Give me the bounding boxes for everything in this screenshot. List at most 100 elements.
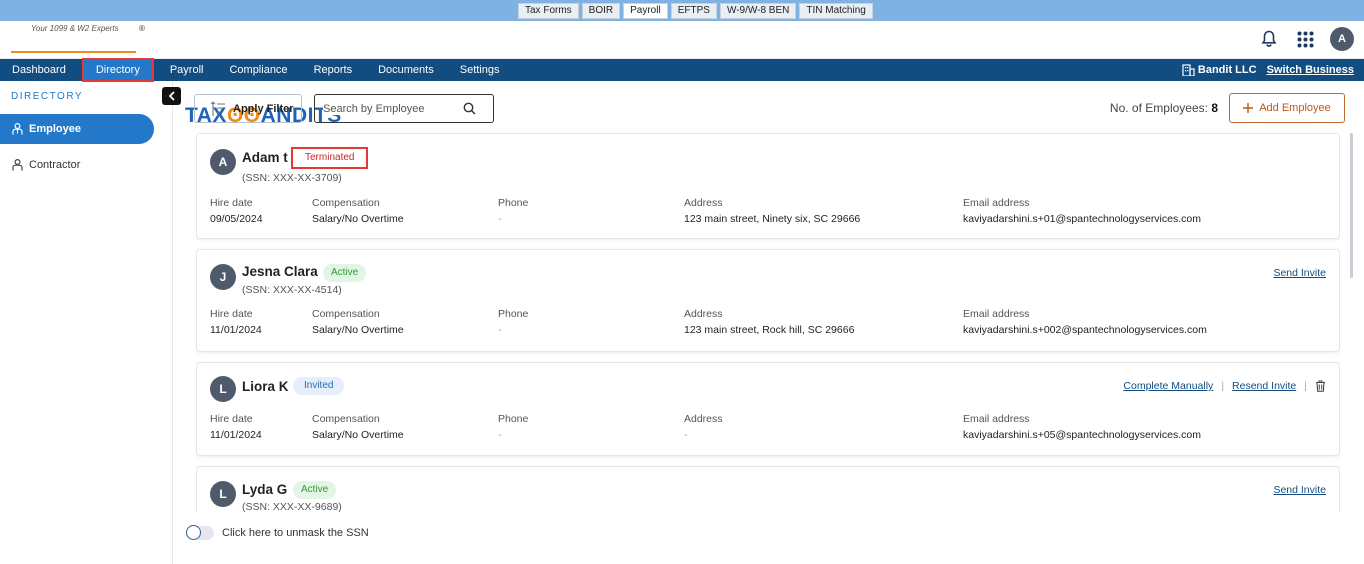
employee-name[interactable]: Adam t [242,150,288,165]
employee-card[interactable]: A Adam t Terminated (SSN: XXX-XX-3709) H… [196,133,1340,239]
product-tab-payroll[interactable]: Payroll [623,3,668,19]
address-label: Address [684,308,723,320]
status-badge: Terminated [290,147,369,169]
employee-card[interactable]: J Jesna Clara Active (SSN: XXX-XX-4514) … [196,249,1340,352]
sidebar-item-employee[interactable]: Employee [0,114,154,144]
employee-card[interactable]: L Liora K Invited Complete Manually | Re… [196,362,1340,456]
employee-avatar: J [210,264,236,290]
product-tabs-bar: Tax Forms BOIR Payroll EFTPS W-9/W-8 BEN… [0,0,1364,21]
scrollbar[interactable] [1350,133,1353,278]
nav-payroll[interactable]: Payroll [157,59,217,81]
employee-name[interactable]: Lyda G [242,482,287,497]
employee-icon [12,123,23,135]
compensation-value: Salary/No Overtime [312,429,404,441]
sidebar: DIRECTORY Employee Contractor [0,81,173,564]
bell-icon[interactable] [1258,28,1280,50]
address-value: 123 main street, Rock hill, SC 29666 [684,324,855,336]
header: TAXʘʘANDITS Your 1099 & W2 Experts ® A [0,21,1364,127]
email-label: Email address [963,197,1030,209]
phone-label: Phone [498,197,529,209]
phone-value: - [498,429,502,441]
nav-compliance[interactable]: Compliance [216,59,300,81]
product-tabs: Tax Forms BOIR Payroll EFTPS W-9/W-8 BEN… [518,3,873,19]
email-label: Email address [963,413,1030,425]
compensation-label: Compensation [312,197,380,209]
toggle-switch[interactable] [186,525,214,540]
employee-avatar: A [210,149,236,175]
sidebar-title: DIRECTORY [11,91,84,102]
complete-manually-link[interactable]: Complete Manually [1123,380,1213,392]
product-tab-boir[interactable]: BOIR [581,3,621,19]
employee-ssn: (SSN: XXX-XX-9689) [242,501,342,513]
nav-directory[interactable]: Directory [81,58,154,82]
email-value: kaviyadarshini.s+05@spantechnologyservic… [963,429,1201,441]
email-label: Email address [963,308,1030,320]
send-invite-link[interactable]: Send Invite [1273,484,1326,496]
unmask-ssn-label: Click here to unmask the SSN [222,527,369,539]
compensation-value: Salary/No Overtime [312,324,404,336]
nav-dashboard[interactable]: Dashboard [0,59,79,81]
building-icon [1182,64,1195,76]
business-name: Bandit LLC [1182,64,1257,76]
address-label: Address [684,197,723,209]
add-employee-button[interactable]: Add Employee [1229,93,1345,123]
plus-icon [1243,103,1254,113]
employee-card[interactable]: L Lyda G Active (SSN: XXX-XX-9689) Send … [196,466,1340,513]
nav-settings[interactable]: Settings [447,59,513,81]
apply-filter-button[interactable]: Apply Filter [194,94,302,123]
status-badge: Invited [293,377,345,395]
sidebar-item-contractor[interactable]: Contractor [0,150,154,180]
search-employee [314,94,494,123]
phone-label: Phone [498,308,529,320]
hire-date-value: 09/05/2024 [210,213,263,225]
collapse-sidebar-button[interactable] [162,87,181,105]
product-tab-tin-matching[interactable]: TIN Matching [799,3,873,19]
send-invite-link[interactable]: Send Invite [1273,267,1326,279]
contractor-icon [12,159,23,171]
toolbar: Apply Filter No. of Employees: 8 Add Emp… [174,81,1364,129]
logo-tagline: Your 1099 & W2 Experts [31,24,119,33]
product-tab-eftps[interactable]: EFTPS [670,3,717,19]
chevron-left-icon [168,91,175,101]
status-badge: Active [293,481,337,499]
employee-ssn: (SSN: XXX-XX-4514) [242,284,342,296]
hire-date-label: Hire date [210,197,253,209]
search-icon[interactable] [463,102,476,115]
main-content: Apply Filter No. of Employees: 8 Add Emp… [174,81,1364,564]
taxbandits-logo[interactable]: TAXʘʘANDITS Your 1099 & W2 Experts ® [11,24,341,127]
employee-avatar: L [210,376,236,402]
employee-list: A Adam t Terminated (SSN: XXX-XX-3709) H… [196,133,1340,513]
address-label: Address [684,413,723,425]
user-avatar[interactable]: A [1330,27,1354,51]
employee-avatar: L [210,481,236,507]
resend-invite-link[interactable]: Resend Invite [1232,380,1296,392]
nav-reports[interactable]: Reports [301,59,366,81]
header-actions: A [1258,27,1354,51]
hire-date-label: Hire date [210,308,253,320]
product-tab-w9-w8ben[interactable]: W-9/W-8 BEN [719,3,797,19]
employee-count: No. of Employees: 8 [1109,101,1218,115]
email-value: kaviyadarshini.s+01@spantechnologyservic… [963,213,1201,225]
filter-icon [211,100,225,117]
compensation-label: Compensation [312,413,380,425]
compensation-label: Compensation [312,308,380,320]
compensation-value: Salary/No Overtime [312,213,404,225]
product-tab-tax-forms[interactable]: Tax Forms [518,3,579,19]
phone-value: - [498,213,502,225]
unmask-ssn-toggle[interactable]: Click here to unmask the SSN [186,525,369,540]
switch-business-link[interactable]: Switch Business [1267,64,1354,76]
address-value: - [684,429,688,441]
phone-label: Phone [498,413,529,425]
hire-date-label: Hire date [210,413,253,425]
apps-grid-icon[interactable] [1294,28,1316,50]
trash-icon[interactable] [1315,380,1326,392]
employee-ssn: (SSN: XXX-XX-3709) [242,172,342,184]
status-badge: Active [323,264,367,282]
nav-documents[interactable]: Documents [365,59,447,81]
employee-name[interactable]: Liora K [242,379,289,394]
search-input[interactable] [323,102,463,115]
hire-date-value: 11/01/2024 [210,429,262,441]
hire-date-value: 11/01/2024 [210,324,262,336]
employee-name[interactable]: Jesna Clara [242,264,318,279]
email-value: kaviyadarshini.s+002@spantechnologyservi… [963,324,1207,336]
